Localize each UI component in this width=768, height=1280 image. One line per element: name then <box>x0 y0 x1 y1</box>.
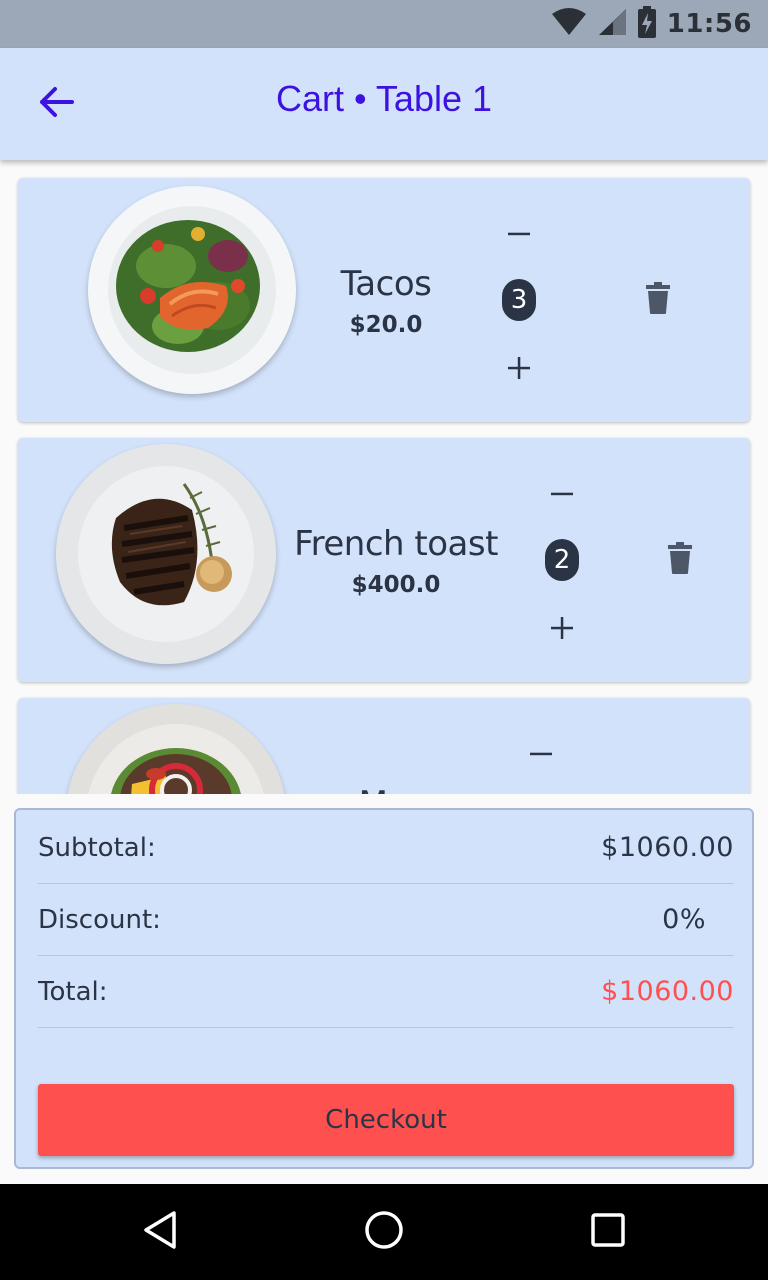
item-name: M <box>359 784 388 794</box>
item-name: French toast <box>294 524 498 564</box>
checkout-button[interactable]: Checkout <box>38 1084 734 1156</box>
subtotal-row: Subtotal: $1060.00 <box>38 812 734 884</box>
battery-charging-icon <box>637 6 657 42</box>
subtotal-value: $1060.00 <box>601 832 734 863</box>
plus-icon[interactable] <box>551 617 573 643</box>
plus-icon[interactable] <box>508 357 530 383</box>
cart-list[interactable]: Tacos $20.0 3 French toast $400.0 2 <box>0 160 768 794</box>
nav-back-button[interactable] <box>136 1208 184 1256</box>
total-row: Total: $1060.00 <box>38 956 734 1028</box>
page-title: Cart • Table 1 <box>275 78 493 119</box>
trash-icon[interactable] <box>668 542 692 578</box>
trash-icon[interactable] <box>646 282 670 318</box>
subtotal-label: Subtotal: <box>38 832 156 863</box>
cart-item: French toast $400.0 2 <box>18 438 750 682</box>
wifi-icon <box>551 8 587 40</box>
status-time: 11:56 <box>666 9 752 39</box>
system-nav-bar <box>0 1184 768 1280</box>
delete-item-button[interactable] <box>638 280 678 320</box>
total-value: $1060.00 <box>601 976 734 1007</box>
discount-value: 0% <box>662 904 706 935</box>
status-bar: 11:56 <box>0 0 768 48</box>
cart-item: Tacos $20.0 3 <box>18 178 750 422</box>
increase-quantity-button[interactable] <box>499 350 539 390</box>
recents-square-icon[interactable] <box>590 1212 626 1252</box>
item-price: $400.0 <box>351 572 441 598</box>
decrease-quantity-button[interactable] <box>499 210 539 250</box>
minus-icon[interactable] <box>551 481 573 500</box>
nav-home-button[interactable] <box>360 1208 408 1256</box>
total-label: Total: <box>38 976 108 1007</box>
order-summary: Subtotal: $1060.00 Discount: 0% Total: $… <box>14 808 754 1169</box>
back-triangle-icon[interactable] <box>142 1210 178 1254</box>
discount-label: Discount: <box>38 904 161 935</box>
home-circle-icon[interactable] <box>364 1210 404 1254</box>
decrease-quantity-button[interactable] <box>542 470 582 510</box>
signal-icon <box>597 8 627 40</box>
status-icons: 11:56 <box>551 0 752 48</box>
nav-recents-button[interactable] <box>584 1208 632 1256</box>
cart-item: M <box>18 698 750 794</box>
quantity-badge: 3 <box>502 279 536 321</box>
dish-image <box>88 186 296 394</box>
dish-image <box>56 444 276 664</box>
increase-quantity-button[interactable] <box>542 610 582 650</box>
dish-image <box>66 704 286 794</box>
item-price: $20.0 <box>349 312 423 338</box>
delete-item-button[interactable] <box>660 540 700 580</box>
quantity-badge: 2 <box>545 539 579 581</box>
app-bar: Cart • Table 1 <box>0 48 768 160</box>
discount-row: Discount: 0% <box>38 884 734 956</box>
minus-icon[interactable] <box>530 741 552 760</box>
item-name: Tacos <box>340 264 432 304</box>
decrease-quantity-button[interactable] <box>521 730 561 770</box>
minus-icon[interactable] <box>508 221 530 240</box>
